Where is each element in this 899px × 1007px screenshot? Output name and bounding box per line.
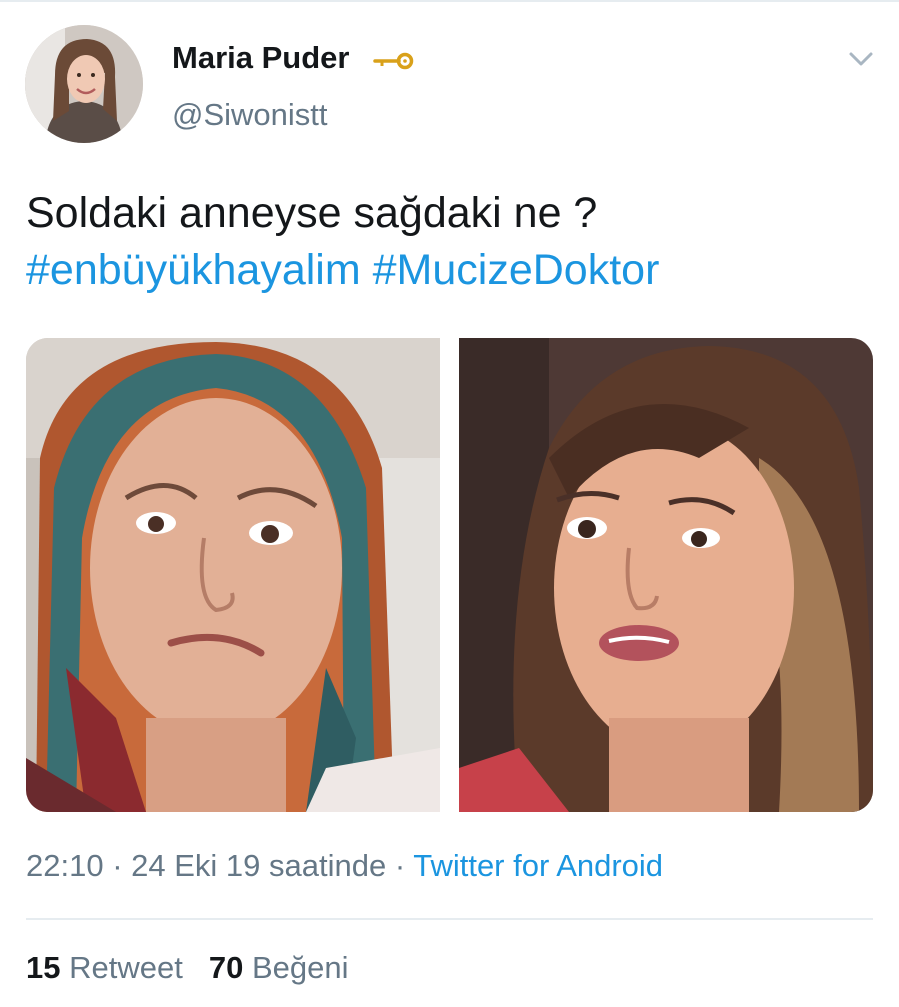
likes-stat[interactable]: 70 Beğeni [209, 950, 349, 985]
tweet-meta: 22:10 · 24 Eki 19 saatinde · Twitter for… [26, 848, 663, 884]
tweet-body: Soldaki anneyse sağdaki ne ? [26, 189, 598, 237]
retweets-count: 15 [26, 950, 61, 985]
display-name[interactable]: Maria Puder [172, 40, 349, 76]
key-icon [373, 52, 414, 70]
tweet-date: 24 Eki 19 saatinde [131, 848, 387, 883]
tweet-stats: 15 Retweet 70 Beğeni [26, 950, 348, 986]
avatar[interactable] [25, 25, 143, 143]
photo-left[interactable] [26, 338, 440, 812]
user-handle[interactable]: @Siwonistt [172, 97, 328, 133]
chevron-down-icon[interactable] [846, 46, 876, 72]
likes-count: 70 [208, 950, 244, 985]
media-gap [440, 338, 459, 812]
hashtag-link[interactable]: #MucizeDoktor [373, 246, 660, 294]
tweet-source-link[interactable]: Twitter for Android [413, 848, 663, 883]
tweet-time: 22:10 [26, 848, 104, 883]
photo-right[interactable] [459, 338, 873, 812]
hashtag-link[interactable]: #enbüyükhayalim [26, 246, 361, 294]
tweet-text: Soldaki anneyse sağdaki ne ? #enbüyükhay… [26, 185, 876, 299]
retweets-label: Retweet [69, 950, 183, 985]
divider [26, 918, 873, 920]
top-border [0, 0, 899, 2]
retweets-stat[interactable]: 15 Retweet [26, 950, 183, 985]
media-grid [26, 338, 873, 812]
meta-separator: · [386, 848, 414, 883]
meta-separator: · [103, 848, 132, 883]
likes-label: Beğeni [251, 950, 349, 985]
